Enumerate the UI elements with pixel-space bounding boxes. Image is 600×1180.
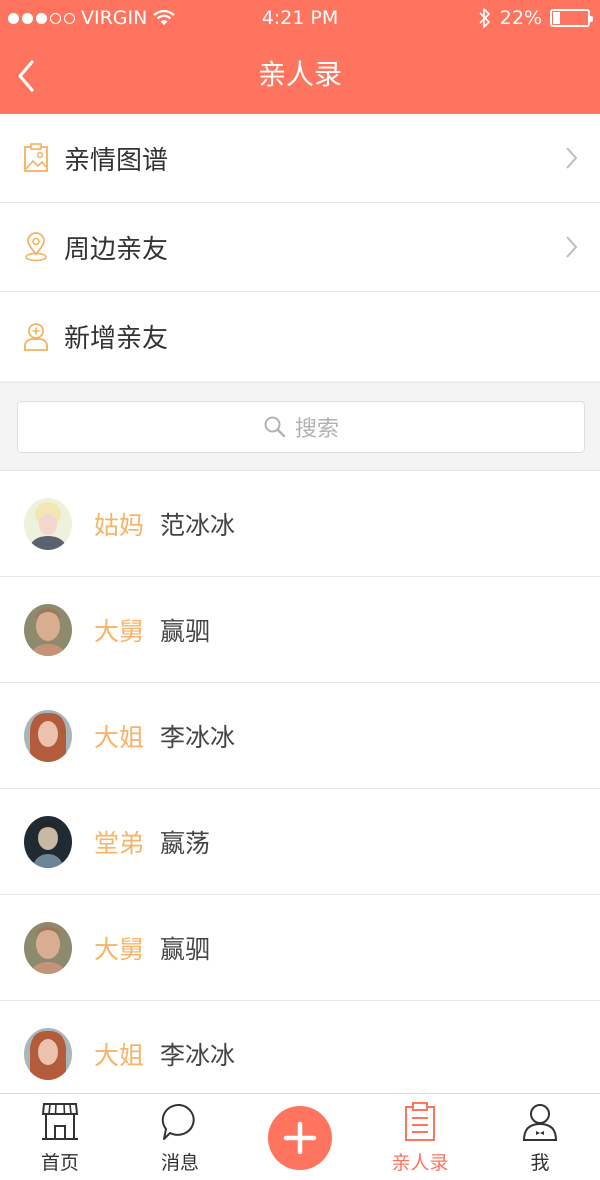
relation-label: 堂弟 xyxy=(94,828,145,858)
chevron-right-icon xyxy=(566,147,578,169)
relation-label: 大姐 xyxy=(94,722,145,752)
tab-family-book[interactable]: 亲人录 xyxy=(360,1094,480,1180)
contact-name: 李冰冰 xyxy=(160,1040,236,1070)
add-button[interactable] xyxy=(268,1106,332,1170)
page-title: 亲人录 xyxy=(257,58,342,91)
tab-label: 首页 xyxy=(40,1152,79,1174)
contact-name: 赢驷 xyxy=(160,616,211,646)
clipboard-icon xyxy=(360,1102,480,1144)
menu-item-label: 新增亲友 xyxy=(64,324,169,354)
avatar xyxy=(24,921,72,974)
add-person-icon xyxy=(22,321,50,353)
contact-name: 范冰冰 xyxy=(160,510,236,540)
tab-home[interactable]: 首页 xyxy=(0,1094,120,1180)
list-item[interactable]: 堂弟 嬴荡 xyxy=(0,789,600,895)
battery-icon xyxy=(550,9,593,27)
contact-name: 嬴荡 xyxy=(160,828,211,858)
avatar xyxy=(24,603,72,656)
chat-bubble-icon xyxy=(120,1102,240,1144)
menu-item-nearby-friends[interactable]: 周边亲友 xyxy=(0,203,600,292)
plus-icon xyxy=(283,1121,317,1155)
relation-label: 大舅 xyxy=(94,934,145,964)
tab-messages[interactable]: 消息 xyxy=(120,1094,240,1180)
chevron-right-icon xyxy=(566,236,578,258)
relation-label: 大舅 xyxy=(94,616,145,646)
menu-item-add-friend[interactable]: 新增亲友 xyxy=(0,292,600,381)
menu-item-label: 周边亲友 xyxy=(64,234,169,265)
chevron-left-icon xyxy=(18,60,34,92)
menu-item-family-tree[interactable]: 亲情图谱 xyxy=(0,114,600,203)
bluetooth-icon xyxy=(479,8,490,28)
avatar xyxy=(24,815,72,868)
battery-percent: 22% xyxy=(499,7,542,29)
avatar xyxy=(24,497,72,550)
list-item[interactable]: 姑妈 范冰冰 xyxy=(0,471,600,577)
list-item[interactable]: 大姐 李冰冰 xyxy=(0,1001,600,1093)
list-item[interactable]: 大舅 赢驷 xyxy=(0,895,600,1001)
list-item[interactable]: 大姐 李冰冰 xyxy=(0,683,600,789)
tab-label: 亲人录 xyxy=(391,1152,449,1174)
status-bar: VIRGIN 4:21 PM 22% xyxy=(0,0,600,36)
back-button[interactable] xyxy=(16,54,56,98)
avatar xyxy=(24,709,72,762)
relation-label: 姑妈 xyxy=(94,510,145,540)
contact-name: 赢驷 xyxy=(160,934,211,964)
tab-label: 我 xyxy=(530,1152,550,1174)
contact-list: 姑妈 范冰冰 大舅 赢驷 大姐 李冰冰 堂弟 嬴荡 大舅 赢驷 大姐 李冰冰 xyxy=(0,471,600,1093)
nav-bar: 亲人录 xyxy=(0,36,600,114)
avatar xyxy=(24,1027,72,1080)
location-pin-icon xyxy=(22,231,50,263)
list-item[interactable]: 大舅 赢驷 xyxy=(0,577,600,683)
menu-item-label: 亲情图谱 xyxy=(64,145,169,176)
tab-me[interactable]: 我 xyxy=(480,1094,600,1180)
storefront-icon xyxy=(0,1102,120,1144)
image-frame-icon xyxy=(22,142,50,174)
search-placeholder: 搜索 xyxy=(294,417,339,442)
app-header: VIRGIN 4:21 PM 22% 亲人录 xyxy=(0,0,600,114)
search-input[interactable]: 搜索 xyxy=(17,401,585,453)
feature-menu: 亲情图谱 周边亲友 新增亲友 xyxy=(0,114,600,381)
status-right: 22% xyxy=(478,7,593,29)
user-icon xyxy=(480,1102,600,1144)
contact-name: 李冰冰 xyxy=(160,722,236,752)
search-area: 搜索 xyxy=(0,382,600,471)
tab-label: 消息 xyxy=(160,1152,199,1174)
search-icon xyxy=(264,416,286,438)
relation-label: 大姐 xyxy=(94,1040,145,1070)
